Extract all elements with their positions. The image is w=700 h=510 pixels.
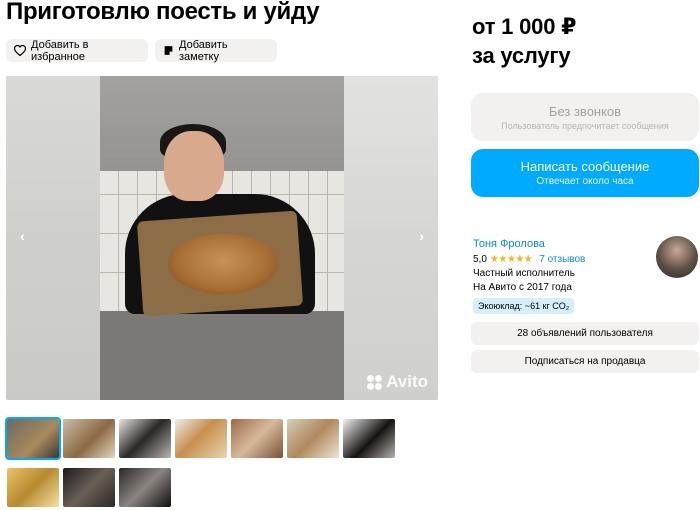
photo-chicken [168,234,278,294]
add-note-button[interactable]: Добавить заметку [155,38,277,63]
eco-badge: Экоюклад: ~61 кг CO₂ [473,298,575,314]
photo-face [164,131,224,201]
price-amount: от 1 000 ₽ [472,14,577,39]
no-calls-title: Без звонков [548,104,622,119]
listing-title: Приготовлю поесть и уйду [6,0,320,25]
reviews-link[interactable]: 7 отзывов [539,254,585,265]
thumbnail-4[interactable] [175,419,227,458]
thumbnail-10[interactable] [119,468,171,507]
main-photo[interactable] [100,76,344,400]
star-icons: ★★★★★ [489,254,533,265]
chevron-right-icon[interactable]: › [419,228,424,244]
thumbnail-3[interactable] [119,419,171,458]
thumbnail-1[interactable] [5,417,61,460]
photo-floor [100,311,344,400]
seller-name-link[interactable]: Тоня Фролова [473,238,545,250]
add-to-favorites-button[interactable]: Добавить в избранное [6,38,148,63]
note-icon [163,45,174,56]
avito-watermark: Avito [367,372,428,392]
add-note-label: Добавить заметку [179,38,228,63]
rating-value: 5,0 [473,254,487,265]
seller-rating: 5,0 ★★★★★ 7 отзывов [473,254,585,265]
heart-icon [14,45,26,56]
write-message-title: Написать сообщение [520,159,650,174]
no-calls-button: Без звонков Пользователь предпочитает со… [471,93,699,141]
price-unit: за услугу [472,43,571,68]
seller-since: На Авито с 2017 года [473,282,572,293]
thumbnail-9[interactable] [63,468,115,507]
write-message-button[interactable]: Написать сообщение Отвечает около часа [471,149,699,197]
avito-logo-icon [367,374,383,390]
thumbnail-6[interactable] [287,419,339,458]
seller-ads-button[interactable]: 28 объявлений пользователя [471,322,699,345]
thumbnail-8[interactable] [7,468,59,507]
seller-avatar[interactable] [656,236,698,278]
thumbnail-7[interactable] [343,419,395,458]
no-calls-subtitle: Пользователь предпочитает сообщения [501,121,669,131]
photo-gallery[interactable]: Avito ‹ › [6,76,438,400]
write-message-subtitle: Отвечает около часа [536,176,634,187]
chevron-left-icon[interactable]: ‹ [20,228,25,244]
subscribe-seller-button[interactable]: Подписаться на продавца [471,350,699,373]
thumbnail-2[interactable] [63,419,115,458]
seller-type: Частный исполнитель [473,268,575,279]
add-to-favorites-label: Добавить в избранное [31,38,89,63]
watermark-text: Avito [386,372,428,391]
thumbnail-5[interactable] [231,419,283,458]
price: от 1 000 ₽ за услугу [472,12,576,70]
